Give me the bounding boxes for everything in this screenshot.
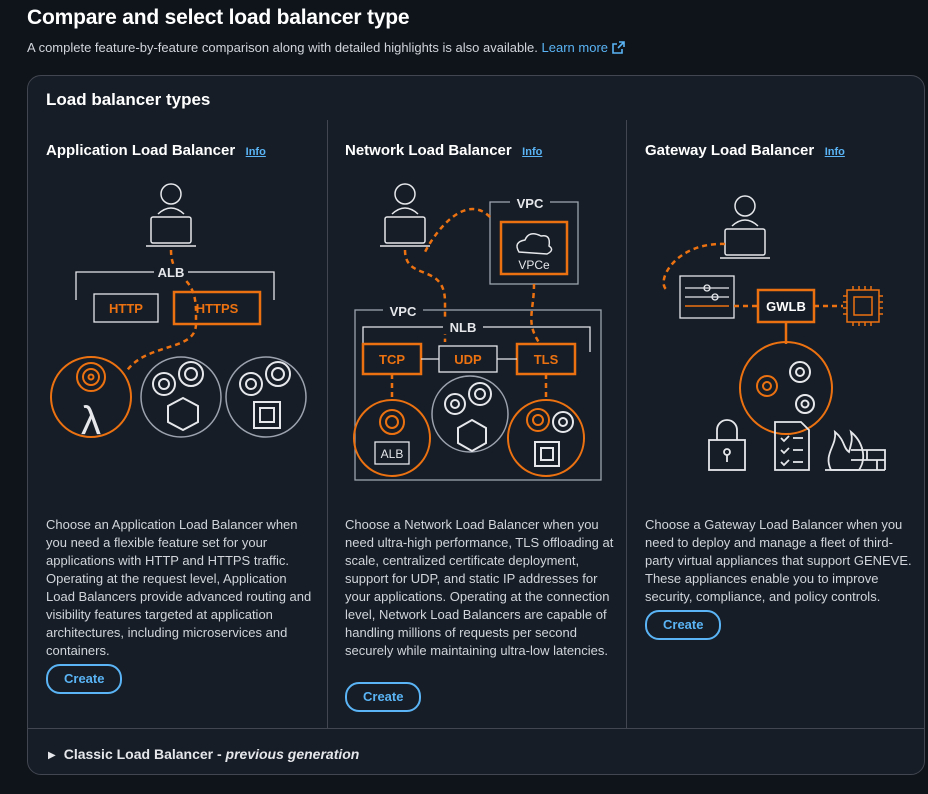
classic-label: Classic Load Balancer -	[63, 746, 226, 762]
nlb-bracket-label: NLB	[450, 320, 477, 335]
vpc-top-label: VPC	[517, 196, 544, 211]
alb-description: Choose an Application Load Balancer when…	[46, 517, 312, 658]
alb-bracket-label: ALB	[158, 265, 185, 280]
glb-title: Gateway Load Balancer	[645, 142, 815, 159]
http-label: HTTP	[109, 301, 143, 316]
cloud-icon	[516, 233, 553, 255]
glb-description: Choose a Gateway Load Balancer when you …	[645, 517, 912, 604]
document-icon	[774, 421, 810, 471]
classic-load-balancer-expander[interactable]: ▶ Classic Load Balancer - previous genera…	[48, 746, 359, 762]
load-balancer-types-panel: Load balancer types Application Load Bal…	[27, 75, 925, 775]
nlb-alb-label: ALB	[381, 447, 404, 461]
alb-title: Application Load Balancer	[46, 142, 236, 159]
https-label: HTTPS	[196, 301, 239, 316]
column-divider	[327, 120, 328, 728]
learn-more-link[interactable]: Learn more	[542, 40, 625, 55]
glb-heading: Gateway Load Balancer Info	[645, 142, 928, 160]
glb-create-button[interactable]: Create	[645, 610, 722, 640]
column-divider	[626, 120, 627, 728]
alb-diagram: ALB HTTP HTTPS λ	[50, 183, 307, 443]
external-link-icon	[612, 41, 625, 54]
alb-create-button[interactable]: Create	[46, 664, 123, 694]
nlb-diagram: VPC VPCe VPC NLB TCP UDP TLS ALB	[353, 183, 602, 481]
nlb-title: Network Load Balancer	[345, 142, 512, 159]
caret-right-icon: ▶	[48, 750, 56, 761]
glb-info-link[interactable]: Info	[825, 146, 845, 158]
alb-column: Application Load Balancer Info ALB HTTP …	[46, 142, 336, 694]
udp-label: UDP	[454, 352, 482, 367]
firewall-icon	[825, 429, 886, 471]
vpc-outer-label: VPC	[390, 304, 417, 319]
nlb-heading: Network Load Balancer Info	[345, 142, 635, 160]
nlb-info-link[interactable]: Info	[522, 146, 542, 158]
lock-icon	[708, 419, 746, 471]
chip-icon	[843, 286, 883, 326]
glb-diagram: GWLB	[662, 195, 886, 471]
vpce-label: VPCe	[518, 258, 550, 272]
user-laptop-icon	[380, 183, 430, 247]
learn-more-label: Learn more	[541, 40, 609, 55]
user-laptop-icon	[720, 195, 770, 259]
page-subtitle: A complete feature-by-feature comparison…	[27, 40, 625, 55]
tls-label: TLS	[534, 352, 559, 367]
section-divider	[28, 728, 924, 729]
classic-sub-label: previous generation	[225, 746, 360, 762]
panel-title: Load balancer types	[46, 90, 211, 109]
tcp-label: TCP	[379, 352, 405, 367]
lambda-icon: λ	[81, 399, 101, 443]
nlb-column: Network Load Balancer Info VPC VPCe VPC …	[345, 142, 635, 712]
gwlb-label: GWLB	[766, 299, 806, 314]
chip-icon	[253, 401, 281, 429]
subtitle-text: A complete feature-by-feature comparison…	[27, 40, 538, 55]
alb-heading: Application Load Balancer Info	[46, 142, 336, 160]
alb-info-link[interactable]: Info	[246, 146, 266, 158]
glb-column: Gateway Load Balancer Info GWLB Choose a…	[645, 142, 928, 640]
nlb-description: Choose a Network Load Balancer when you …	[345, 517, 614, 658]
user-laptop-icon	[146, 183, 196, 247]
page-title: Compare and select load balancer type	[27, 6, 410, 29]
container-icon	[167, 396, 199, 432]
target-icon	[76, 362, 106, 392]
nlb-create-button[interactable]: Create	[345, 682, 422, 712]
